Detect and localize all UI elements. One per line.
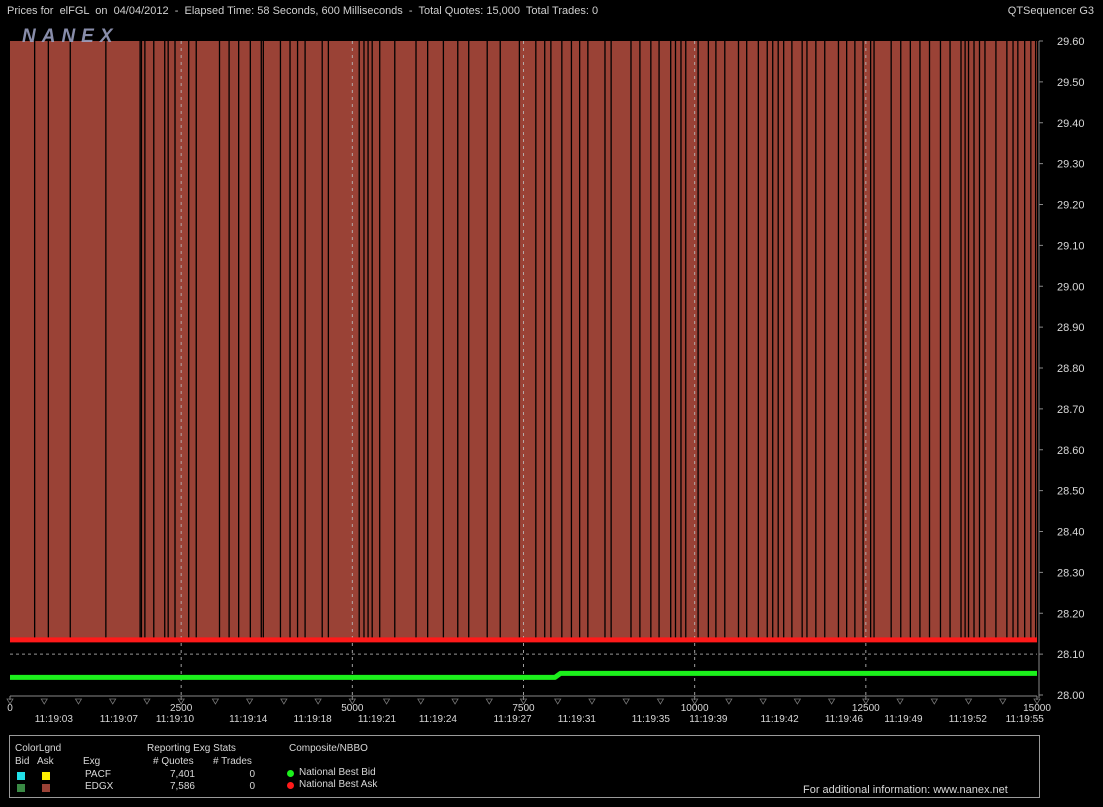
time-marker-icon <box>999 698 1007 705</box>
y-tick-label: 28.70 <box>1057 404 1085 416</box>
exchange-name: EDGX <box>85 781 114 792</box>
time-marker-icon <box>554 698 562 705</box>
y-tick-label: 28.50 <box>1057 486 1085 498</box>
edgx-ask-swatch <box>42 784 50 792</box>
time-marker-icon <box>143 698 151 705</box>
x-tick-label: 12500 <box>852 703 880 714</box>
composite-title: Composite/NBBO <box>289 743 368 754</box>
time-label: 11:19:10 <box>156 714 195 725</box>
y-tick-label: 29.00 <box>1057 281 1085 293</box>
time-label: 11:19:42 <box>760 714 799 725</box>
time-label: 11:19:52 <box>949 714 988 725</box>
time-marker-icon <box>622 698 630 705</box>
time-label: 11:19:31 <box>558 714 597 725</box>
x-tick-label: 10000 <box>681 703 709 714</box>
stats-title: Reporting Exg Stats <box>147 743 236 754</box>
time-label: 11:19:03 <box>35 714 74 725</box>
time-marker-icon <box>656 698 665 705</box>
time-label: 11:19:07 <box>100 714 139 725</box>
y-tick-label: 28.30 <box>1057 567 1085 579</box>
time-marker-icon <box>588 698 596 705</box>
exchange-column-label: Exg <box>83 756 101 767</box>
y-tick-label: 29.60 <box>1057 36 1085 48</box>
nbb-label: National Best Bid <box>299 767 376 778</box>
y-tick-label: 29.20 <box>1057 200 1085 212</box>
y-tick-label: 28.10 <box>1057 649 1085 661</box>
time-marker-icon <box>759 698 767 705</box>
y-tick-label: 28.90 <box>1057 322 1085 334</box>
y-tick-label: 29.10 <box>1057 240 1085 252</box>
pacf-ask-swatch <box>42 772 50 780</box>
time-label: 11:19:24 <box>419 714 458 725</box>
time-marker-icon <box>280 698 288 705</box>
time-label: 11:19:46 <box>825 714 864 725</box>
time-marker-icon <box>485 698 493 705</box>
y-tick-label: 28.20 <box>1057 608 1085 620</box>
legend-panel: ColorLgnd Bid Ask Exg PACF EDGX Reportin… <box>9 735 1040 798</box>
y-tick-label: 29.50 <box>1057 77 1085 89</box>
y-tick-label: 28.00 <box>1057 690 1085 702</box>
color-legend-title: ColorLgnd <box>15 743 62 754</box>
time-marker-icon <box>964 698 973 705</box>
time-marker-icon <box>40 698 48 705</box>
time-marker-icon <box>108 698 117 705</box>
time-label: 11:19:21 <box>358 714 397 725</box>
time-marker-icon <box>793 698 802 705</box>
time-marker-icon <box>725 698 733 705</box>
x-tick-label: 2500 <box>170 703 193 714</box>
edgx-bid-swatch <box>17 784 25 792</box>
bid-column-label: Bid <box>15 756 30 767</box>
nba-marker-icon <box>287 782 294 789</box>
nanex-watermark: NANEX <box>22 26 119 47</box>
time-label: 11:19:35 <box>632 714 671 725</box>
quote-count: 7,586 <box>169 781 195 792</box>
y-tick-label: 28.60 <box>1057 445 1085 457</box>
time-marker-icon <box>896 698 904 705</box>
quote-count: 7,401 <box>169 769 195 780</box>
time-marker-icon <box>211 698 220 705</box>
time-marker-icon <box>417 698 425 705</box>
price-chart: 28.00 28.10 28.20 28.30 28.40 28.50 28.60 28.70… <box>6 26 1085 725</box>
quotes-column-label: # Quotes <box>153 756 194 767</box>
trade-count: 0 <box>249 781 255 792</box>
time-marker-icon <box>382 698 391 705</box>
time-label: 11:19:39 <box>689 714 728 725</box>
footer-info: For additional information: www.nanex.ne… <box>803 784 1008 796</box>
y-tick-label: 28.80 <box>1057 363 1085 375</box>
x-tick-label: 5000 <box>341 703 364 714</box>
time-label: 11:19:27 <box>493 714 532 725</box>
time-marker-icon <box>74 698 83 705</box>
pacf-bid-swatch <box>17 772 25 780</box>
x-tick-label: 7500 <box>512 703 535 714</box>
y-tick-label: 28.40 <box>1057 527 1085 539</box>
exchange-name: PACF <box>85 769 111 780</box>
trade-count: 0 <box>249 769 255 780</box>
time-label: 11:19:55 <box>1006 714 1045 725</box>
y-tick-label: 29.30 <box>1057 159 1085 171</box>
time-marker-icon <box>245 698 254 705</box>
time-marker-icon <box>451 698 459 705</box>
trades-column-label: # Trades <box>213 756 252 767</box>
time-marker-icon <box>314 698 322 705</box>
nbb-marker-icon <box>287 770 294 777</box>
time-marker-icon <box>930 698 939 705</box>
ask-band <box>10 41 1037 640</box>
time-label: 11:19:49 <box>884 714 923 725</box>
ask-column-label: Ask <box>37 756 54 767</box>
nba-label: National Best Ask <box>299 779 378 790</box>
x-tick-label: 15000 <box>1023 703 1051 714</box>
time-label: 11:19:14 <box>229 714 268 725</box>
x-tick-label: 0 <box>7 703 13 714</box>
time-marker-icon <box>827 698 836 705</box>
time-label: 11:19:18 <box>294 714 333 725</box>
y-tick-label: 29.40 <box>1057 118 1085 130</box>
